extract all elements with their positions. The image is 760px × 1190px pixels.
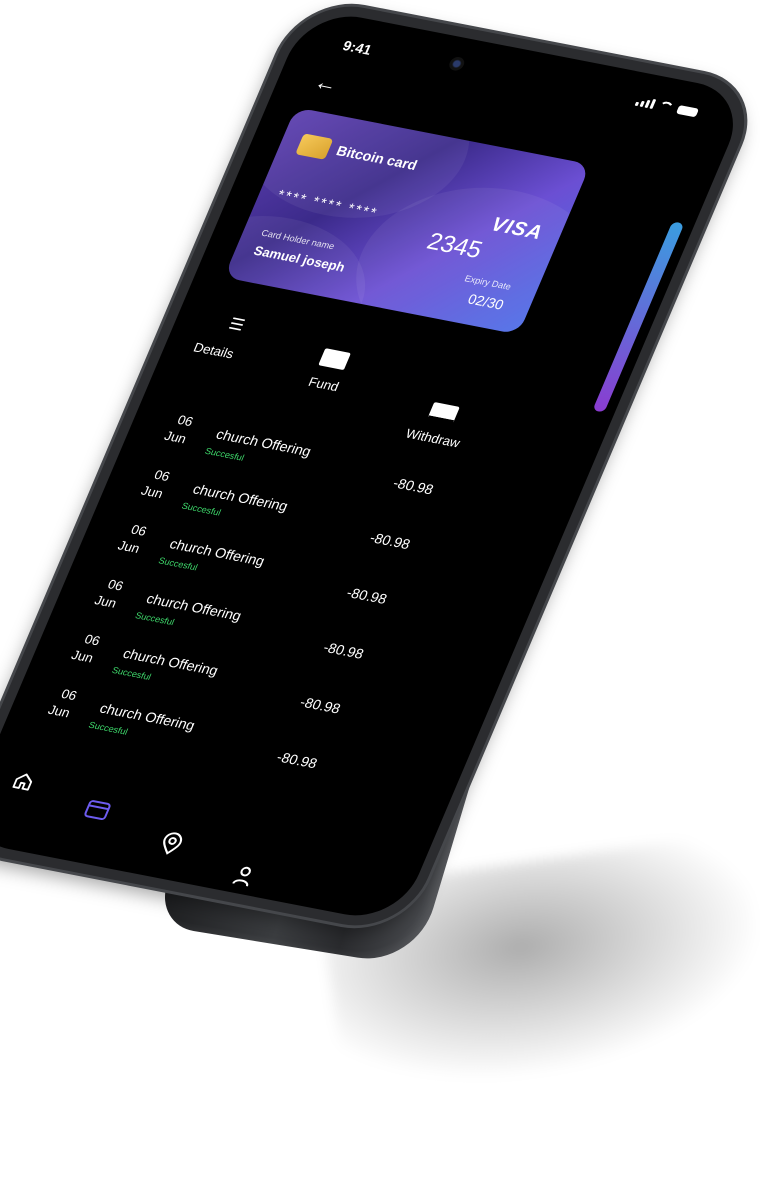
tx-month: Jun xyxy=(115,537,143,556)
tx-status: Succesful xyxy=(87,719,130,737)
phone-device: 9:41 ← Bitcoin card VISA **** **** **** … xyxy=(0,0,760,936)
nav-home[interactable] xyxy=(8,769,38,794)
back-arrow-icon[interactable]: ← xyxy=(310,69,343,98)
tx-day: 06 xyxy=(152,466,173,484)
nav-profile[interactable] xyxy=(229,863,258,889)
tx-month: Jun xyxy=(92,592,120,611)
tx-status: Succesful xyxy=(110,665,153,682)
status-icons xyxy=(634,96,700,117)
nav-location[interactable] xyxy=(157,831,186,857)
nav-card[interactable] xyxy=(82,798,114,821)
tx-day: 06 xyxy=(128,521,150,539)
signal-icon xyxy=(634,96,657,109)
profile-icon xyxy=(232,866,251,887)
phone-screen: 9:41 ← Bitcoin card VISA **** **** **** … xyxy=(0,7,751,925)
next-card-edge[interactable] xyxy=(592,221,685,413)
home-icon xyxy=(12,773,33,791)
fund-label: Fund xyxy=(306,374,342,395)
battery-icon xyxy=(676,104,700,117)
fund-button[interactable]: Fund xyxy=(306,348,352,394)
front-camera xyxy=(447,55,467,72)
tx-month: Jun xyxy=(138,482,166,502)
tx-status: Succesful xyxy=(180,500,223,518)
wifi-icon xyxy=(657,100,675,113)
tx-status: Succesful xyxy=(133,610,176,628)
list-icon[interactable]: ☰ xyxy=(226,314,248,336)
tx-status: Succesful xyxy=(156,555,200,573)
card-icon xyxy=(84,800,111,820)
tx-day: 06 xyxy=(175,412,196,430)
withdraw-button[interactable]: Withdraw xyxy=(403,399,473,450)
tx-status: Succesful xyxy=(203,445,246,463)
withdraw-icon xyxy=(427,402,460,425)
bitcoin-card[interactable]: Bitcoin card VISA **** **** **** 2345 Ca… xyxy=(223,107,591,335)
tx-day: 06 xyxy=(105,576,126,594)
tx-month: Jun xyxy=(45,702,73,721)
tx-month: Jun xyxy=(69,647,96,666)
tx-day: 06 xyxy=(82,631,103,649)
fund-icon xyxy=(318,348,351,371)
withdraw-label: Withdraw xyxy=(403,425,463,451)
location-icon xyxy=(163,832,183,855)
details-button[interactable]: Details xyxy=(191,340,236,362)
status-time: 9:41 xyxy=(340,37,375,58)
tx-day: 06 xyxy=(59,686,80,704)
details-label: Details xyxy=(191,339,237,362)
tx-month: Jun xyxy=(162,428,189,447)
